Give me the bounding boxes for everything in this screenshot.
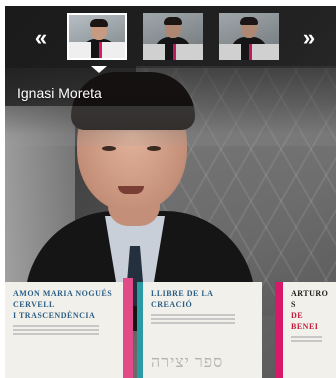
book-cover: ARTURO S DE BENEI [275,282,336,378]
book-title: ARTURO S [291,289,329,309]
double-chevron-left-icon[interactable]: « [29,26,53,50]
selected-pointer-icon [91,66,107,73]
person-eye-left [102,146,116,151]
book-title: AMON MARIA NOGUÉS [13,289,113,298]
person-name-caption: Ignasi Moreta [17,85,102,101]
book-text-lines [13,325,121,335]
book-cover: LLIBRE DE LA CREACIÓ ספר יצירה [137,282,262,378]
person-mouth [118,186,144,194]
book-line: I TRASCENDÈNCIA [13,311,96,320]
thumbnail[interactable] [143,13,203,60]
book-hebrew-title: ספר יצירה [151,354,224,371]
book-subtitle: CERVELL [13,300,55,309]
caption-bar [5,68,336,134]
person-eye-right [147,146,161,151]
thumbnail-carousel: « » [5,6,336,68]
book-text-lines [151,314,256,324]
book-spine [123,278,133,378]
thumbnail-selected[interactable] [67,13,127,60]
book-subtitle: DE BENEI [291,311,319,331]
double-chevron-right-icon[interactable]: » [297,26,321,50]
thumbnail[interactable] [219,13,279,60]
book-title: LLIBRE DE LA CREACIÓ [151,289,214,309]
video-viewer[interactable]: AMON MARIA NOGUÉS CERVELL I TRASCENDÈNCI… [5,6,336,378]
book-row: AMON MARIA NOGUÉS CERVELL I TRASCENDÈNCI… [5,278,336,378]
book-text-lines [291,336,330,342]
book-cover: AMON MARIA NOGUÉS CERVELL I TRASCENDÈNCI… [5,282,127,378]
